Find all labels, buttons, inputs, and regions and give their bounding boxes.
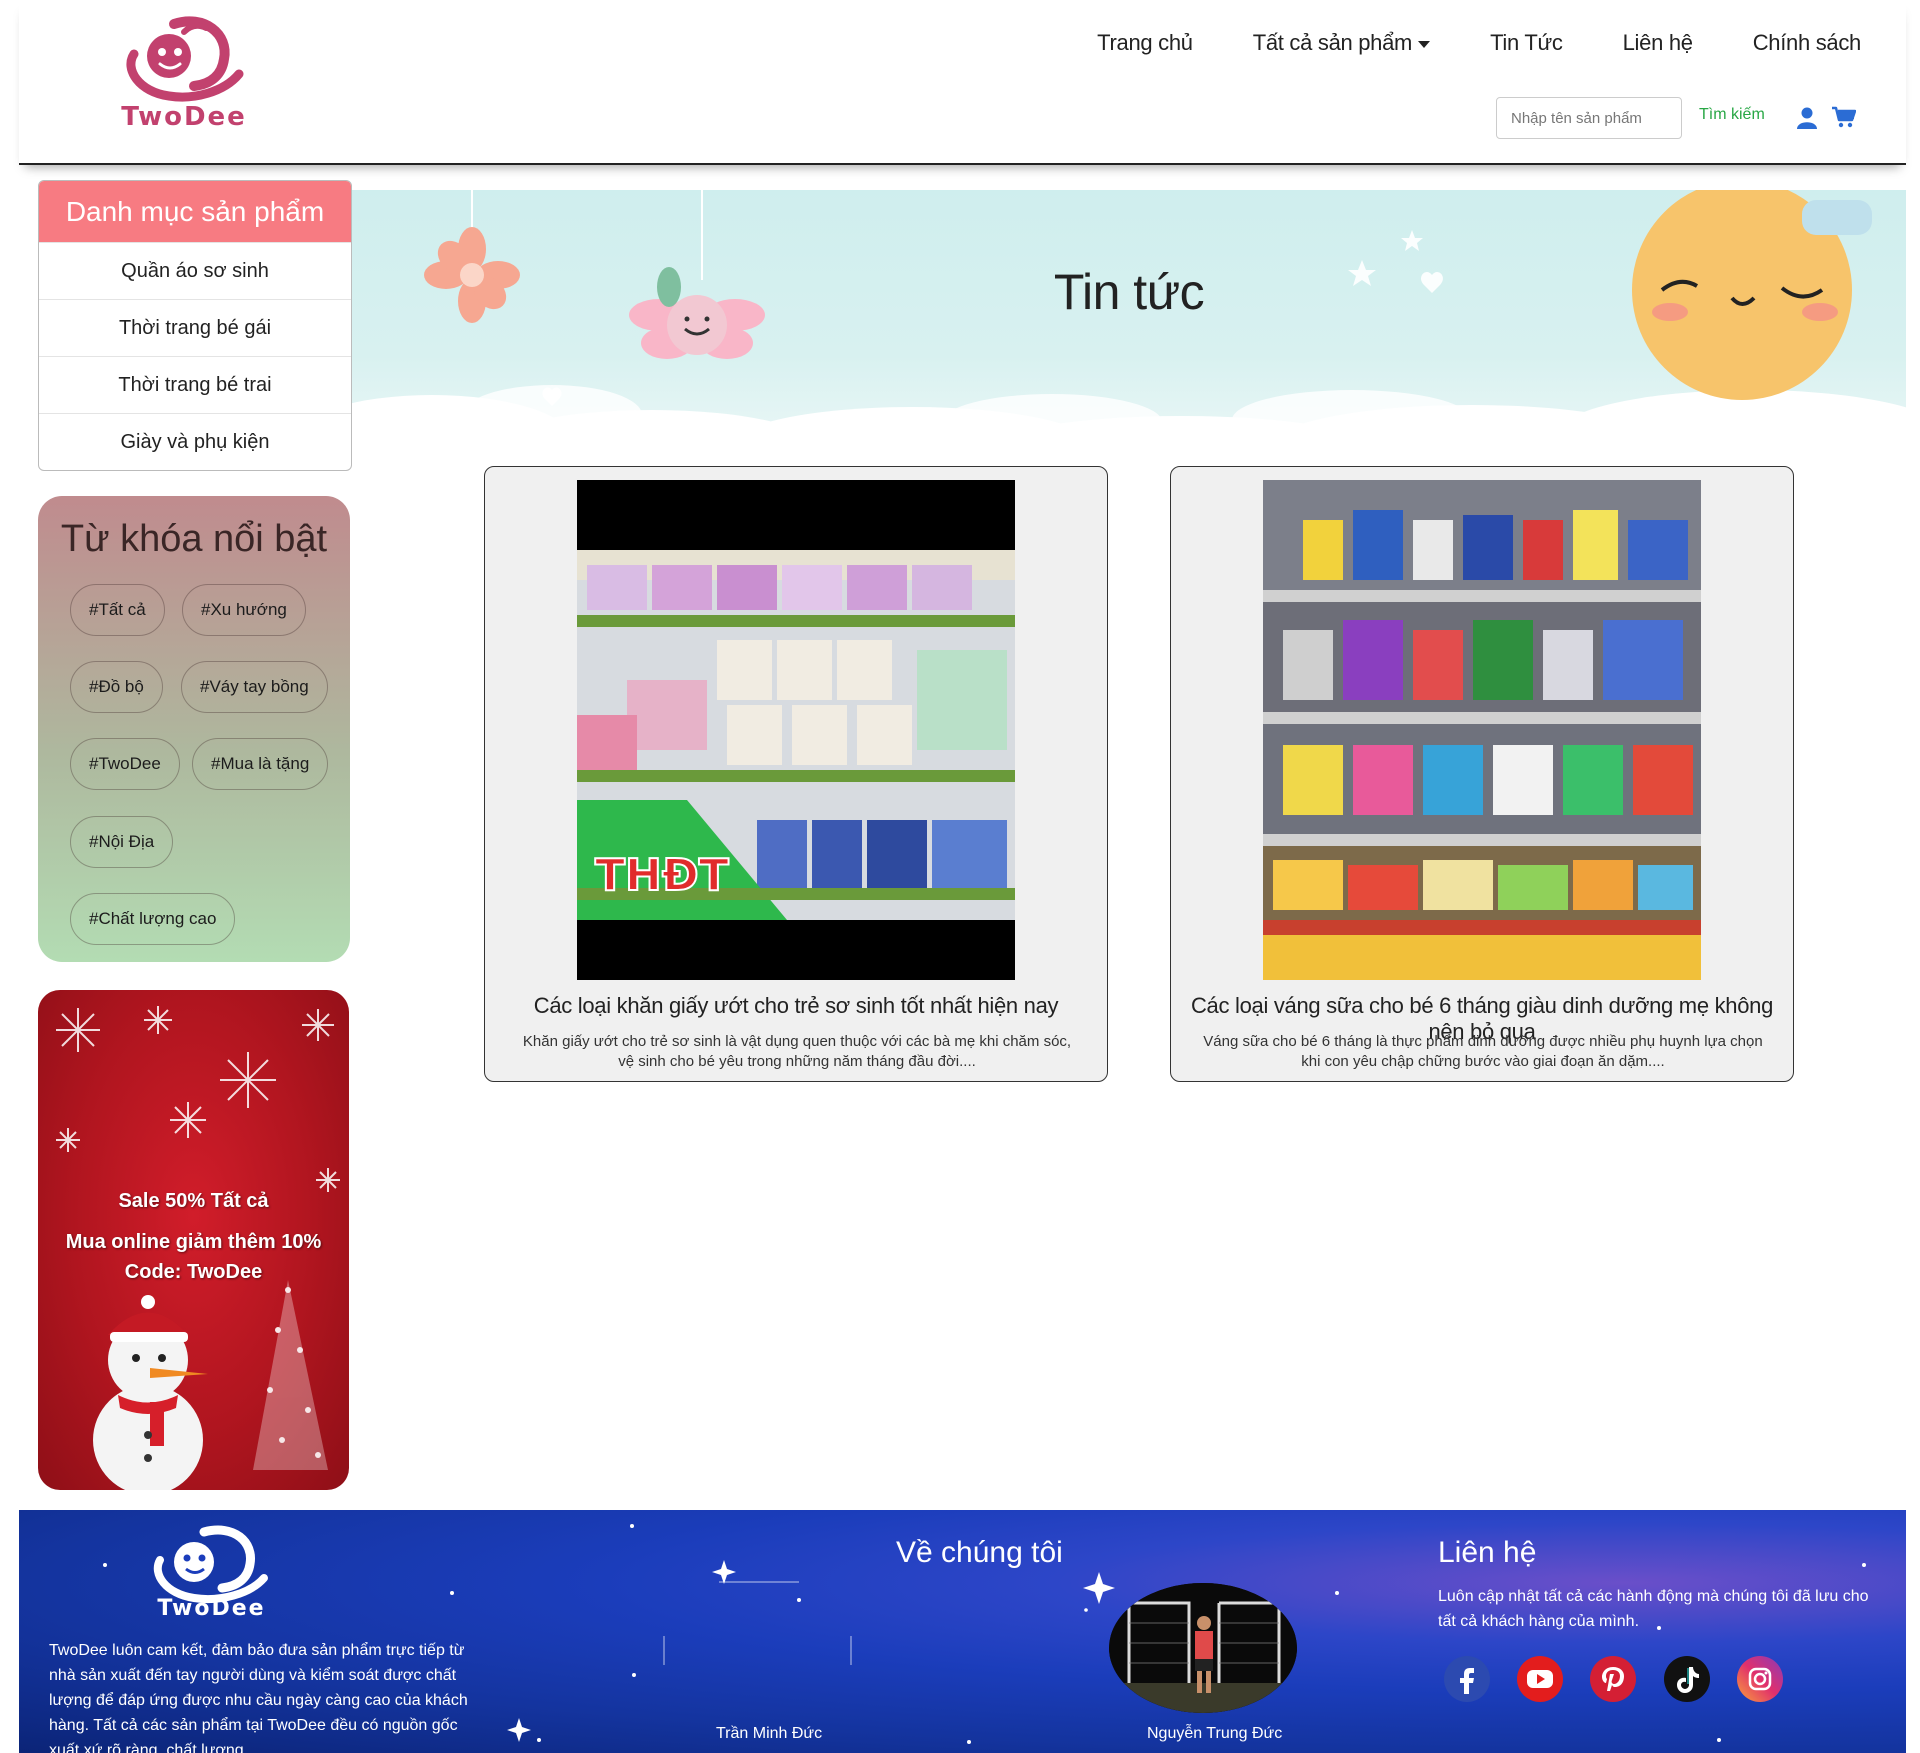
news-card[interactable]: THĐT Các loại khăn giấy ướt cho trẻ sơ s… <box>484 466 1108 1082</box>
brand-name: TwoDee <box>121 102 247 132</box>
keyword-tag[interactable]: #TwoDee <box>70 738 180 790</box>
supermarket-shelf-image <box>1263 480 1701 980</box>
news-description: Khăn giấy ướt cho trẻ sơ sinh là vật dụn… <box>522 1033 1072 1070</box>
footer-contact-title: Liên hệ <box>1438 1536 1537 1569</box>
category-title: Danh mục sản phẩm <box>39 181 351 242</box>
nav-news[interactable]: Tin Tức <box>1490 30 1563 56</box>
keyword-tag[interactable]: #Đồ bộ <box>70 661 163 713</box>
footer-about-text: TwoDee luôn cam kết, đảm bảo đưa sản phẩ… <box>49 1642 468 1753</box>
member-name: Trần Minh Đức <box>716 1725 823 1742</box>
clouds-decoration-icon <box>352 190 1906 465</box>
news-image[interactable] <box>1263 480 1701 980</box>
facebook-icon[interactable] <box>1444 1656 1490 1702</box>
baby-face-logo-icon <box>126 16 244 102</box>
footer-logo[interactable]: TwoDee <box>124 1524 299 1629</box>
keyword-tag[interactable]: #Mua là tặng <box>192 738 329 790</box>
keyword-tag[interactable]: #Váy tay bồng <box>181 661 328 713</box>
promo-banner[interactable]: Sale 50% Tất cả Mua online giảm thêm 10%… <box>38 990 349 1490</box>
category-panel: Danh mục sản phẩm Quần áo sơ sinh Thời t… <box>38 180 352 471</box>
nav-home[interactable]: Trang chủ <box>1097 30 1193 56</box>
keywords-title: Từ khóa nổi bật <box>60 518 328 560</box>
keywords-panel: Từ khóa nổi bật #Tất cả #Xu hướng #Đồ bộ… <box>38 496 350 962</box>
page-banner: Tin tức <box>352 190 1906 465</box>
category-item[interactable]: Thời trang bé trai <box>39 356 351 413</box>
nav-contact[interactable]: Liên hệ <box>1623 30 1693 56</box>
site-footer: TwoDee TwoDee luôn cam kết, đảm bảo đưa … <box>19 1510 1906 1753</box>
nav-policy[interactable]: Chính sách <box>1753 30 1862 56</box>
page-title: Tin tức <box>1053 264 1205 320</box>
brand-logo[interactable]: TwoDee <box>94 14 274 134</box>
footer-brand-name: TwoDee <box>157 1596 266 1621</box>
news-image[interactable]: THĐT <box>577 480 1015 980</box>
caret-down-icon <box>1418 40 1431 48</box>
user-icon[interactable] <box>1797 107 1817 129</box>
pinterest-icon[interactable] <box>1590 1656 1636 1702</box>
baby-face-logo-icon <box>153 1525 268 1603</box>
instagram-icon[interactable] <box>1737 1656 1783 1702</box>
footer-contact-text: Luôn cập nhật tất cả các hành động mà ch… <box>1438 1588 1869 1630</box>
news-card[interactable]: Các loại váng sữa cho bé 6 tháng giàu di… <box>1170 466 1794 1082</box>
promo-line-1: Sale 50% Tất cả <box>118 1190 269 1212</box>
store-shelf-image: THĐT <box>577 550 1015 970</box>
cart-icon[interactable] <box>1832 106 1856 128</box>
tiktok-icon[interactable] <box>1664 1656 1710 1702</box>
category-item[interactable]: Quần áo sơ sinh <box>39 242 351 299</box>
football-player-image <box>1109 1583 1297 1713</box>
member-name: Nguyễn Trung Đức <box>1147 1725 1283 1742</box>
news-description: Váng sữa cho bé 6 tháng là thực phẩm din… <box>1203 1033 1763 1070</box>
search-input[interactable] <box>1496 97 1682 139</box>
nav-all-products-label: Tất cả sản phẩm <box>1252 30 1413 55</box>
member-avatar <box>1109 1583 1297 1713</box>
footer-about-title: Về chúng tôi <box>896 1536 1063 1569</box>
keyword-tag[interactable]: #Nội Địa <box>70 816 174 868</box>
promo-line-2: Mua online giảm thêm 10% <box>65 1231 322 1253</box>
news-title[interactable]: Các loại khăn giấy ướt cho trẻ sơ sinh t… <box>485 993 1107 1019</box>
site-header: TwoDee Trang chủ Tất cả sản phẩm Tin Tức… <box>19 0 1906 165</box>
category-item[interactable]: Giày và phụ kiện <box>39 413 351 470</box>
category-item[interactable]: Thời trang bé gái <box>39 299 351 356</box>
keyword-tag[interactable]: #Xu hướng <box>182 584 306 636</box>
keyword-tag[interactable]: #Chất lượng cao <box>70 893 236 945</box>
snowman-icon <box>93 1295 208 1490</box>
search-button[interactable]: Tìm kiếm <box>1699 106 1765 124</box>
promo-line-3: Code: TwoDee <box>124 1261 263 1283</box>
youtube-icon[interactable] <box>1517 1656 1563 1702</box>
keyword-tag[interactable]: #Tất cả <box>70 584 165 636</box>
channel-logo-text: THĐT <box>595 850 729 901</box>
nav-all-products[interactable]: Tất cả sản phẩm <box>1252 30 1431 56</box>
main-nav: Trang chủ Tất cả sản phẩm Tin Tức Liên h… <box>1097 30 1861 56</box>
